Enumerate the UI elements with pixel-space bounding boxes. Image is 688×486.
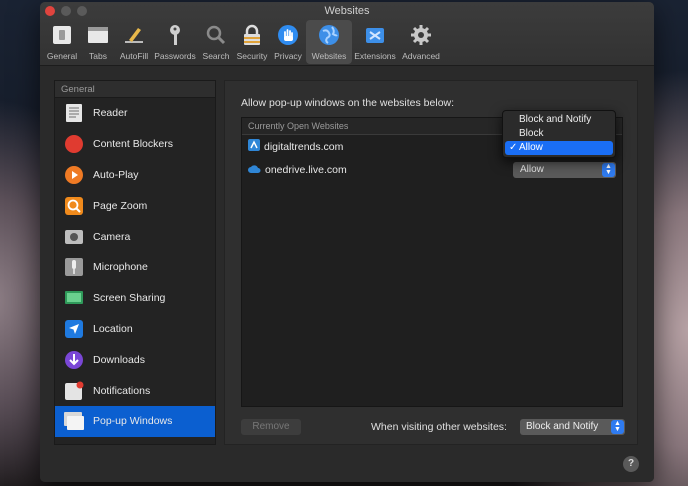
stop-icon bbox=[63, 133, 85, 155]
reader-icon bbox=[63, 102, 85, 124]
tab-security[interactable]: Security bbox=[234, 20, 270, 64]
sidebar-item-label: Auto-Play bbox=[93, 168, 139, 181]
sidebar-item-label: Notifications bbox=[93, 384, 151, 397]
menu-item-block-and-notify[interactable]: Block and Notify bbox=[503, 113, 615, 127]
sidebar-item-camera[interactable]: Camera bbox=[55, 221, 215, 252]
menu-item-allow[interactable]: ✓ Allow bbox=[505, 141, 613, 155]
tab-autofill[interactable]: AutoFill bbox=[116, 20, 152, 64]
preferences-window: Websites General Tabs AutoFill Passwords… bbox=[40, 2, 654, 482]
tab-passwords-label: Passwords bbox=[154, 51, 196, 61]
tab-tabs-label: Tabs bbox=[89, 51, 107, 61]
preferences-toolbar: General Tabs AutoFill Passwords Search S… bbox=[44, 20, 444, 64]
play-icon bbox=[63, 164, 85, 186]
site-name: onedrive.live.com bbox=[265, 163, 347, 176]
tab-passwords[interactable]: Passwords bbox=[152, 20, 198, 64]
sidebar-item-auto-play[interactable]: Auto-Play bbox=[55, 160, 215, 191]
popup-settings-panel: Allow pop-up windows on the websites bel… bbox=[224, 80, 638, 445]
sidebar-item-content-blockers[interactable]: Content Blockers bbox=[55, 129, 215, 160]
sidebar-item-downloads[interactable]: Downloads bbox=[55, 344, 215, 375]
sidebar-item-label: Location bbox=[93, 322, 133, 335]
tab-advanced-label: Advanced bbox=[402, 51, 440, 61]
tab-advanced[interactable]: Advanced bbox=[398, 20, 444, 64]
menu-item-block[interactable]: Block bbox=[503, 127, 615, 141]
checkmark-icon: ✓ bbox=[509, 142, 518, 153]
sidebar-header: General bbox=[55, 81, 215, 98]
sidebar-item-label: Screen Sharing bbox=[93, 292, 166, 305]
sidebar-item-label: Reader bbox=[93, 107, 128, 120]
sidebar-item-location[interactable]: Location bbox=[55, 314, 215, 345]
tab-search[interactable]: Search bbox=[198, 20, 234, 64]
key-icon bbox=[162, 22, 188, 48]
panel-heading: Allow pop-up windows on the websites bel… bbox=[241, 97, 455, 109]
websites-list: Currently Open Websites digitaltrends.co… bbox=[241, 117, 623, 407]
select-value: Block and Notify bbox=[526, 421, 599, 432]
general-switch-icon bbox=[49, 22, 75, 48]
globe-icon bbox=[316, 22, 342, 48]
sidebar-item-page-zoom[interactable]: Page Zoom bbox=[55, 190, 215, 221]
sidebar-item-label: Camera bbox=[93, 230, 131, 243]
settings-sidebar: General Reader Content Blockers Auto-Pla… bbox=[54, 80, 216, 445]
site-setting-select[interactable]: Allow ▲ ▼ bbox=[513, 162, 616, 178]
autofill-pencil-icon bbox=[121, 22, 147, 48]
camera-icon bbox=[63, 226, 85, 248]
tab-security-label: Security bbox=[236, 51, 268, 61]
sidebar-item-label: Page Zoom bbox=[93, 199, 148, 212]
sidebar-item-reader[interactable]: Reader bbox=[55, 98, 215, 129]
sidebar-item-notifications[interactable]: Notifications bbox=[55, 375, 215, 406]
sidebar-item-label: Content Blockers bbox=[93, 138, 173, 151]
gear-icon bbox=[408, 22, 434, 48]
sidebar-item-label: Microphone bbox=[93, 261, 148, 274]
tab-autofill-label: AutoFill bbox=[119, 51, 149, 61]
updown-arrows-icon: ▲ ▼ bbox=[602, 163, 615, 177]
tab-extensions[interactable]: Extensions bbox=[352, 20, 398, 64]
menu-item-label: Allow bbox=[519, 142, 543, 153]
tab-tabs[interactable]: Tabs bbox=[80, 20, 116, 64]
lock-icon bbox=[239, 22, 265, 48]
sidebar-item-label: Pop-up Windows bbox=[93, 415, 173, 428]
notification-icon bbox=[63, 380, 85, 402]
other-websites-label: When visiting other websites: bbox=[371, 421, 507, 433]
screen-sharing-icon bbox=[63, 287, 85, 309]
title-bar: Websites General Tabs AutoFill Passwords… bbox=[40, 2, 654, 66]
popup-window-icon bbox=[63, 410, 85, 432]
tab-extensions-label: Extensions bbox=[354, 51, 396, 61]
location-arrow-icon bbox=[63, 318, 85, 340]
sidebar-item-screen-sharing[interactable]: Screen Sharing bbox=[55, 283, 215, 314]
sidebar-item-label: Downloads bbox=[93, 353, 145, 366]
microphone-icon bbox=[63, 256, 85, 278]
other-websites-select[interactable]: Block and Notify ▲ ▼ bbox=[520, 419, 625, 435]
sidebar-item-popup-windows[interactable]: Pop-up Windows bbox=[55, 405, 215, 437]
help-button[interactable]: ? bbox=[623, 456, 639, 472]
onedrive-cloud-icon bbox=[248, 161, 261, 179]
tab-search-label: Search bbox=[202, 51, 230, 61]
sidebar-item-microphone[interactable]: Microphone bbox=[55, 252, 215, 283]
tabs-icon bbox=[85, 22, 111, 48]
tab-privacy-label: Privacy bbox=[274, 51, 302, 61]
digitaltrends-favicon-icon bbox=[248, 138, 260, 156]
updown-arrows-icon: ▲ ▼ bbox=[611, 420, 624, 434]
select-value: Allow bbox=[520, 164, 544, 175]
site-name: digitaltrends.com bbox=[264, 140, 344, 153]
download-icon bbox=[63, 349, 85, 371]
zoom-icon bbox=[63, 195, 85, 217]
tab-websites-label: Websites bbox=[311, 51, 347, 61]
tab-general[interactable]: General bbox=[44, 20, 80, 64]
list-item[interactable]: onedrive.live.com Allow ▲ ▼ bbox=[242, 158, 622, 181]
setting-dropdown-menu: Block and Notify Block ✓ Allow bbox=[502, 110, 616, 158]
privacy-hand-icon bbox=[275, 22, 301, 48]
window-title: Websites bbox=[324, 5, 370, 17]
magnifier-icon bbox=[203, 22, 229, 48]
remove-button[interactable]: Remove bbox=[241, 419, 301, 435]
puzzle-icon bbox=[362, 22, 388, 48]
tab-websites[interactable]: Websites bbox=[306, 20, 352, 64]
tab-privacy[interactable]: Privacy bbox=[270, 20, 306, 64]
tab-general-label: General bbox=[46, 51, 78, 61]
preferences-content: General Reader Content Blockers Auto-Pla… bbox=[40, 66, 654, 482]
